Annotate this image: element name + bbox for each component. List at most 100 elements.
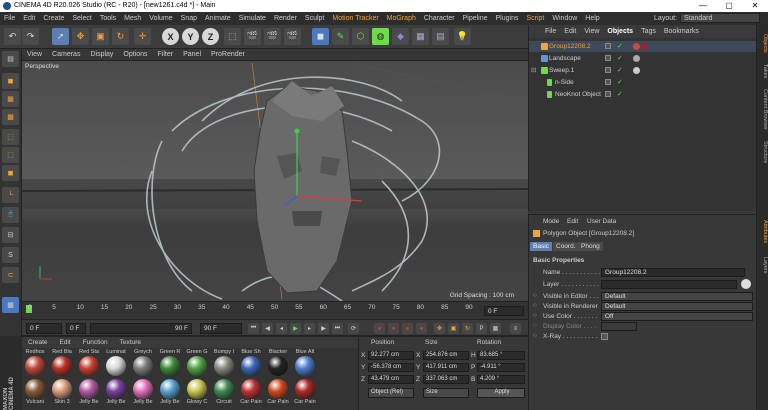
menu-create[interactable]: Create — [39, 12, 68, 25]
menu-help[interactable]: Help — [581, 12, 603, 25]
material-tag-icon[interactable] — [633, 55, 640, 62]
make-editable-icon[interactable]: ▤ — [2, 51, 19, 67]
tab-phong[interactable]: Phong — [578, 242, 603, 251]
material-swatch[interactable]: Red Bla — [51, 349, 73, 376]
objects-menu-file[interactable]: File — [541, 28, 560, 35]
object-visibility-icon[interactable]: ✓ — [617, 79, 623, 86]
tab-attributes[interactable]: Attributes — [758, 215, 768, 249]
axis-mode-icon[interactable]: └ — [2, 187, 19, 203]
object-row-group[interactable]: Group12208.2 ✓ — [529, 41, 757, 52]
rotation-b-field[interactable]: 4.209 ° — [477, 375, 525, 384]
objects-menu-bookmarks[interactable]: Bookmarks — [660, 28, 703, 35]
tab-structure[interactable]: Structure — [758, 137, 768, 167]
attr-menu-edit[interactable]: Edit — [567, 218, 578, 225]
tab-coord[interactable]: Coord. — [553, 242, 579, 251]
key-pla-icon[interactable]: ▦ — [490, 323, 501, 334]
object-visibility-icon[interactable]: ✓ — [617, 43, 623, 50]
redo-icon[interactable]: ↷ — [22, 28, 39, 45]
material-swatch[interactable]: Red Sta — [78, 349, 100, 376]
x-axis-button[interactable]: X — [162, 28, 179, 45]
attr-name-field[interactable]: Group12208.2 — [601, 268, 745, 277]
material-swatch[interactable]: Green R — [159, 349, 181, 376]
material-swatch[interactable]: Blacker — [267, 349, 289, 376]
3d-viewport[interactable]: Perspective Grid Spacing : 100 cm — [22, 61, 528, 301]
key-position-icon[interactable]: ✥ — [434, 323, 445, 334]
material-swatch[interactable]: Car Pain — [267, 379, 289, 406]
viewport-menu-filter[interactable]: Filter — [153, 51, 179, 58]
menu-mograph[interactable]: MoGraph — [383, 12, 420, 25]
size-z-field[interactable]: 337.063 cm — [423, 375, 469, 384]
material-menu-function[interactable]: Function — [77, 339, 114, 346]
magnet-icon[interactable]: ⊂ — [2, 267, 19, 283]
key-rotation-icon[interactable]: ↻ — [462, 323, 473, 334]
object-layer-checkbox[interactable] — [605, 91, 611, 97]
size-y-field[interactable]: 417.911 cm — [423, 363, 469, 372]
tab-content-browser[interactable]: Content Browser — [758, 85, 768, 133]
visible-renderer-dropdown[interactable]: Default — [601, 302, 753, 311]
viewport-menu-view[interactable]: View — [22, 51, 47, 58]
tab-basic[interactable]: Basic — [530, 242, 552, 251]
layout-dropdown[interactable]: Standard — [680, 13, 760, 23]
menu-pipeline[interactable]: Pipeline — [459, 12, 492, 25]
position-key-icon[interactable]: ● — [416, 323, 427, 334]
live-selection-icon[interactable]: ➚ — [52, 28, 69, 45]
objects-menu-view[interactable]: View — [580, 28, 603, 35]
nurbs-icon[interactable]: ⬡ — [352, 28, 369, 45]
position-z-field[interactable]: 43.479 cm — [368, 375, 414, 384]
material-swatch[interactable]: Skin 3 — [51, 379, 73, 406]
material-swatch[interactable]: Blue Alt — [294, 349, 316, 376]
menu-animate[interactable]: Animate — [201, 12, 235, 25]
objects-menu-edit[interactable]: Edit — [560, 28, 580, 35]
objects-menu-tags[interactable]: Tags — [637, 28, 660, 35]
tab-objects[interactable]: Objects — [758, 29, 768, 57]
material-swatch[interactable]: Jelly Be — [132, 379, 154, 406]
object-layer-checkbox[interactable] — [605, 67, 611, 73]
snap-icon[interactable]: ⊟ — [2, 227, 19, 243]
play-icon[interactable]: ▶ — [290, 323, 301, 334]
model-mode-icon[interactable]: ◼ — [2, 73, 19, 89]
material-menu-create[interactable]: Create — [22, 339, 54, 346]
rotate-icon[interactable]: ↻ — [112, 28, 129, 45]
object-visibility-icon[interactable]: ✓ — [617, 91, 623, 98]
menu-file[interactable]: File — [0, 12, 19, 25]
xray-checkbox[interactable] — [601, 333, 608, 340]
object-layer-checkbox[interactable] — [605, 43, 611, 49]
material-tag-icon[interactable] — [633, 67, 640, 74]
previous-key-icon[interactable]: ◀ — [262, 323, 273, 334]
menu-simulate[interactable]: Simulate — [235, 12, 270, 25]
recent-tool-icon[interactable]: ✛ — [134, 28, 151, 45]
timeline-menu-icon[interactable]: ≡ — [510, 323, 521, 334]
tab-takes[interactable]: Takes — [758, 61, 768, 81]
attr-menu-mode[interactable]: Mode — [543, 218, 559, 225]
workplane-icon[interactable]: ▩ — [2, 109, 19, 125]
timeline-ruler[interactable]: 0 5 10 15 20 25 30 35 40 45 50 55 60 65 70 75 80 85 90 0 F — [22, 301, 528, 319]
render-view-icon[interactable]: 🎬 — [244, 28, 261, 45]
array-icon[interactable]: ◍ — [372, 28, 389, 45]
object-row-nside[interactable]: n-Side ✓ — [529, 77, 757, 88]
points-mode-icon[interactable]: ⬚ — [2, 129, 19, 145]
start-frame-field[interactable]: 0 F — [66, 323, 86, 334]
tab-layers[interactable]: Layers — [758, 253, 768, 277]
camera-icon[interactable]: ▤ — [432, 28, 449, 45]
render-picture-viewer-icon[interactable]: 🎬 — [264, 28, 281, 45]
material-swatch[interactable]: Bumpy I — [213, 349, 235, 376]
go-to-end-icon[interactable]: ⏭ — [332, 323, 343, 334]
layer-browser-icon[interactable]: ▦ — [2, 297, 19, 313]
material-swatch[interactable]: Glowy C — [186, 379, 208, 406]
scale-icon[interactable]: ▣ — [92, 28, 109, 45]
coordinate-system-icon[interactable]: ⬚ — [224, 28, 241, 45]
objects-menu-objects[interactable]: Objects — [603, 28, 637, 35]
material-swatch[interactable]: Luminat — [105, 349, 127, 376]
menu-volume[interactable]: Volume — [145, 12, 176, 25]
go-to-start-icon[interactable]: ⏮ — [248, 323, 259, 334]
size-mode-dropdown[interactable]: Size — [423, 388, 469, 398]
record-keys-icon[interactable]: ● — [374, 323, 385, 334]
z-axis-button[interactable]: Z — [202, 28, 219, 45]
object-row-landscape[interactable]: Landscape ✓ — [529, 53, 757, 64]
deformer-icon[interactable]: ◆ — [392, 28, 409, 45]
object-visibility-icon[interactable]: ✓ — [617, 55, 623, 62]
menu-edit[interactable]: Edit — [19, 12, 39, 25]
position-y-field[interactable]: -56.378 cm — [368, 363, 414, 372]
material-swatch[interactable]: Green G — [186, 349, 208, 376]
attr-layer-field[interactable] — [601, 280, 737, 289]
